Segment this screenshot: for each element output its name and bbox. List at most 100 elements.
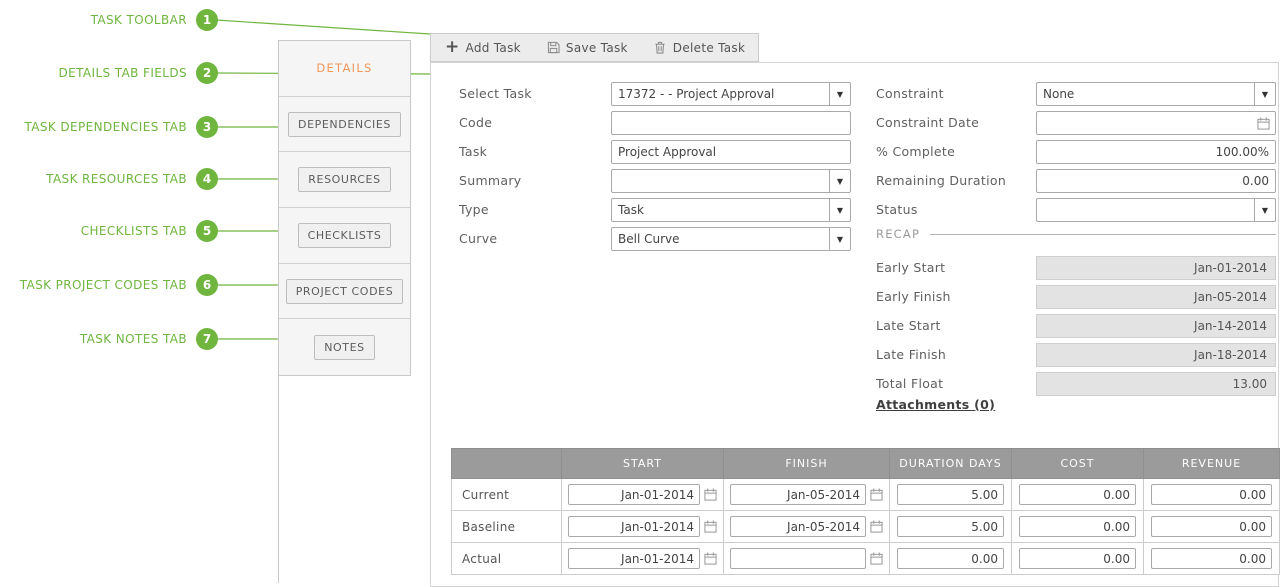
constraint-date-input[interactable] bbox=[1042, 116, 1257, 130]
header-cost: COST bbox=[1012, 449, 1144, 479]
type-value: Task bbox=[612, 199, 829, 221]
row-label: Current bbox=[452, 479, 562, 511]
annotation-number-badge: 2 bbox=[196, 62, 218, 84]
status-dropdown[interactable]: ▼ bbox=[1036, 198, 1276, 222]
percent-complete-field[interactable] bbox=[1036, 140, 1276, 164]
actual-revenue-input[interactable] bbox=[1151, 548, 1272, 569]
add-task-label: Add Task bbox=[466, 41, 521, 55]
calendar-icon[interactable] bbox=[870, 520, 883, 533]
select-task-dropdown[interactable]: 17372 - - Project Approval▼ bbox=[611, 82, 851, 106]
annotation-label: TASK NOTES TAB bbox=[80, 332, 187, 346]
annotation-resources-tab: TASK RESOURCES TAB4 bbox=[8, 168, 218, 190]
recap-divider-line bbox=[930, 234, 1276, 235]
late-finish-label: Late Finish bbox=[876, 347, 946, 362]
actual-finish-input[interactable] bbox=[730, 548, 866, 569]
constraint-date-label: Constraint Date bbox=[876, 115, 979, 130]
current-revenue-input[interactable] bbox=[1151, 484, 1272, 505]
annotation-details-tab-fields: DETAILS TAB FIELDS2 bbox=[8, 62, 218, 84]
actual-duration-input[interactable] bbox=[897, 548, 1004, 569]
trash-icon bbox=[654, 41, 667, 54]
current-start-input[interactable] bbox=[568, 484, 700, 505]
late-finish-value: Jan-18-2014 bbox=[1036, 343, 1276, 367]
calendar-icon[interactable] bbox=[704, 488, 717, 501]
calendar-icon[interactable] bbox=[704, 552, 717, 565]
header-blank bbox=[452, 449, 562, 479]
calendar-icon[interactable] bbox=[870, 488, 883, 501]
calendar-icon[interactable] bbox=[870, 552, 883, 565]
save-icon bbox=[547, 41, 560, 54]
baseline-start-input[interactable] bbox=[568, 516, 700, 537]
header-revenue: REVENUE bbox=[1144, 449, 1280, 479]
chevron-down-icon: ▼ bbox=[829, 228, 850, 250]
actual-cost-input[interactable] bbox=[1019, 548, 1136, 569]
annotation-label: TASK PROJECT CODES TAB bbox=[20, 278, 187, 292]
remaining-duration-field[interactable] bbox=[1036, 169, 1276, 193]
annotation-number-badge: 3 bbox=[196, 116, 218, 138]
chevron-down-icon: ▼ bbox=[829, 83, 850, 105]
actual-start-input[interactable] bbox=[568, 548, 700, 569]
tab-checklists-label: CHECKLISTS bbox=[298, 223, 392, 248]
task-field[interactable] bbox=[611, 140, 851, 164]
tab-notes[interactable]: NOTES bbox=[279, 319, 410, 375]
baseline-cost-input[interactable] bbox=[1019, 516, 1136, 537]
baseline-finish-input[interactable] bbox=[730, 516, 866, 537]
remaining-duration-label: Remaining Duration bbox=[876, 173, 1006, 188]
save-task-label: Save Task bbox=[566, 41, 628, 55]
type-dropdown[interactable]: Task▼ bbox=[611, 198, 851, 222]
baseline-duration-input[interactable] bbox=[897, 516, 1004, 537]
code-field[interactable] bbox=[611, 111, 851, 135]
current-duration-input[interactable] bbox=[897, 484, 1004, 505]
table-header-row: START FINISH DURATION DAYS COST REVENUE bbox=[452, 449, 1280, 479]
calendar-icon[interactable] bbox=[704, 520, 717, 533]
annotation-label: CHECKLISTS TAB bbox=[81, 224, 187, 238]
header-duration-days: DURATION DAYS bbox=[890, 449, 1012, 479]
task-toolbar: + Add Task Save Task Delete Task bbox=[430, 33, 759, 62]
type-label: Type bbox=[459, 202, 489, 217]
annotation-label: TASK DEPENDENCIES TAB bbox=[25, 120, 188, 134]
chevron-down-icon: ▼ bbox=[1254, 199, 1275, 221]
constraint-date-field[interactable] bbox=[1036, 111, 1276, 135]
summary-dropdown[interactable]: ▼ bbox=[611, 169, 851, 193]
add-task-button[interactable]: + Add Task bbox=[445, 41, 521, 55]
chevron-down-icon: ▼ bbox=[1254, 83, 1275, 105]
annotation-task-toolbar: TASK TOOLBAR1 bbox=[8, 9, 218, 31]
task-label: Task bbox=[459, 144, 487, 159]
annotation-number-badge: 6 bbox=[196, 274, 218, 296]
current-finish-input[interactable] bbox=[730, 484, 866, 505]
total-float-value: 13.00 bbox=[1036, 372, 1276, 396]
tab-resources-label: RESOURCES bbox=[298, 167, 390, 192]
select-task-label: Select Task bbox=[459, 86, 532, 101]
tab-panel: DETAILS DEPENDENCIES RESOURCES CHECKLIST… bbox=[278, 40, 411, 376]
tab-dependencies-label: DEPENDENCIES bbox=[288, 112, 401, 137]
app-root: TASK TOOLBAR1 DETAILS TAB FIELDS2 TASK D… bbox=[0, 0, 1281, 587]
late-start-value: Jan-14-2014 bbox=[1036, 314, 1276, 338]
tab-notes-label: NOTES bbox=[314, 335, 375, 360]
attachments-link[interactable]: Attachments (0) bbox=[876, 397, 995, 412]
constraint-dropdown[interactable]: None▼ bbox=[1036, 82, 1276, 106]
select-task-value: 17372 - - Project Approval bbox=[612, 83, 829, 105]
details-panel: Select Task 17372 - - Project Approval▼ … bbox=[430, 62, 1279, 587]
delete-task-button[interactable]: Delete Task bbox=[654, 41, 745, 55]
annotation-number-badge: 7 bbox=[196, 328, 218, 350]
calendar-icon[interactable] bbox=[1257, 117, 1270, 130]
row-label: Actual bbox=[452, 543, 562, 575]
summary-value bbox=[612, 170, 829, 192]
annotation-label: TASK RESOURCES TAB bbox=[46, 172, 187, 186]
header-start: START bbox=[562, 449, 724, 479]
tab-checklists[interactable]: CHECKLISTS bbox=[279, 208, 410, 264]
curve-dropdown[interactable]: Bell Curve▼ bbox=[611, 227, 851, 251]
chevron-down-icon: ▼ bbox=[829, 199, 850, 221]
curve-label: Curve bbox=[459, 231, 497, 246]
tab-project-codes[interactable]: PROJECT CODES bbox=[279, 264, 410, 320]
recap-section-header: RECAP bbox=[876, 227, 1276, 241]
current-cost-input[interactable] bbox=[1019, 484, 1136, 505]
save-task-button[interactable]: Save Task bbox=[547, 41, 628, 55]
tab-resources[interactable]: RESOURCES bbox=[279, 152, 410, 208]
curve-value: Bell Curve bbox=[612, 228, 829, 250]
early-start-value: Jan-01-2014 bbox=[1036, 256, 1276, 280]
summary-label: Summary bbox=[459, 173, 522, 188]
percent-complete-label: % Complete bbox=[876, 144, 955, 159]
tab-details[interactable]: DETAILS bbox=[279, 41, 410, 97]
baseline-revenue-input[interactable] bbox=[1151, 516, 1272, 537]
tab-dependencies[interactable]: DEPENDENCIES bbox=[279, 97, 410, 153]
